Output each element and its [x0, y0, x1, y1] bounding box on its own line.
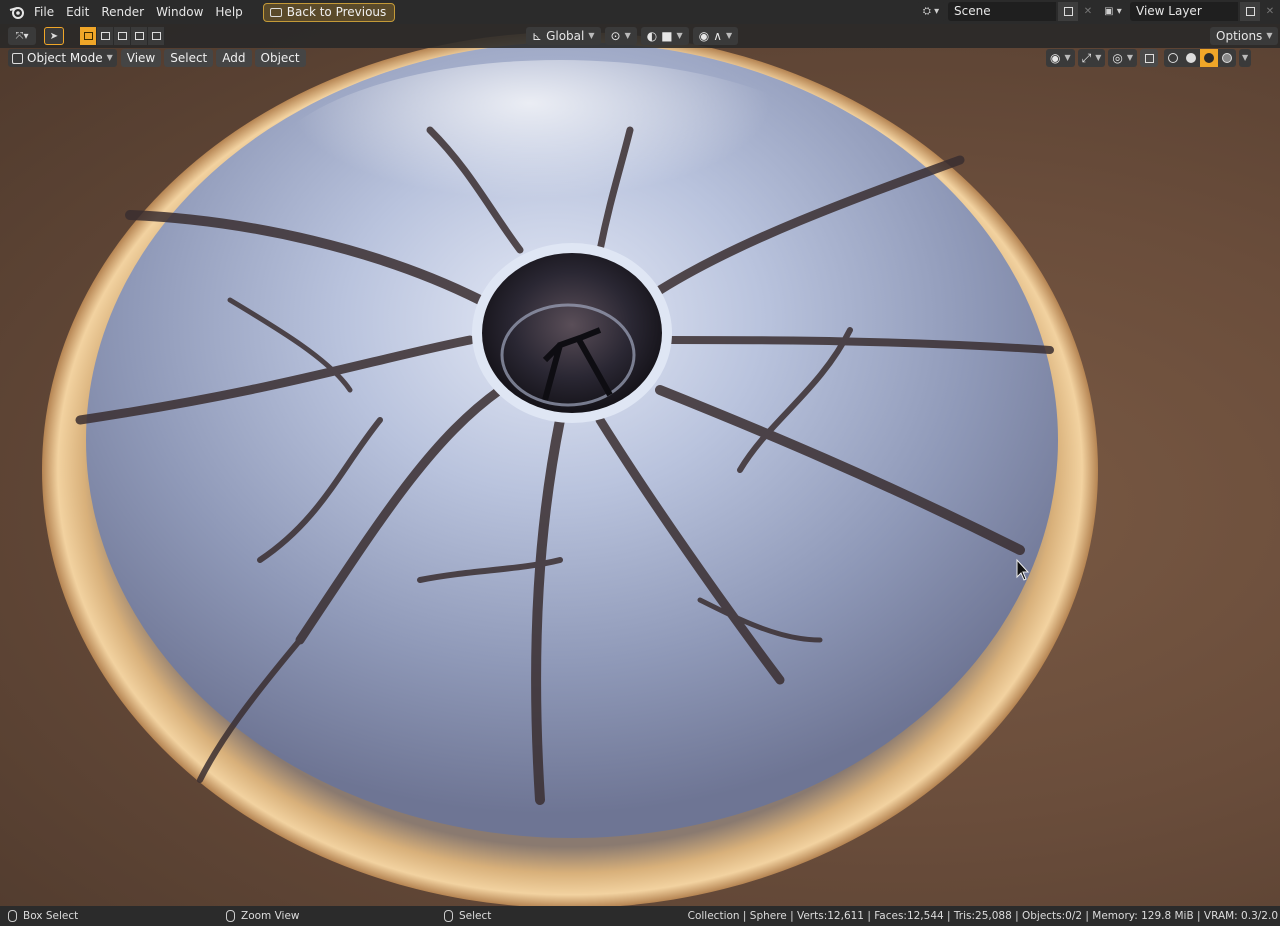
select-invert-icon	[134, 32, 144, 40]
select-tool-icon[interactable]: ➤	[44, 27, 64, 45]
back-to-previous-button[interactable]: Back to Previous	[262, 2, 396, 22]
editor-type-icon[interactable]: ⤧▾	[8, 27, 36, 45]
view-layer-name-field[interactable]: View Layer	[1130, 2, 1238, 21]
options-label: Options	[1216, 29, 1263, 43]
selection-mode-group	[80, 27, 165, 45]
solid-icon	[1186, 53, 1197, 63]
back-icon	[269, 7, 282, 17]
snap-target-icon: ■	[661, 29, 673, 43]
select-intersect-icon	[151, 32, 161, 40]
visibility-dropdown[interactable]: ◉ ▼	[1046, 49, 1075, 67]
view-layer-remove-button[interactable]: ✕	[1262, 2, 1278, 21]
material-preview-icon	[1204, 53, 1215, 63]
proportional-edit-dropdown[interactable]: ◉ ∧ ▼	[692, 27, 739, 45]
overlays-dropdown[interactable]: ◎ ▼	[1108, 49, 1138, 67]
options-dropdown[interactable]: Options ▼	[1210, 27, 1279, 45]
scene-name-field[interactable]: Scene	[948, 2, 1056, 21]
select-intersect-button[interactable]	[148, 27, 165, 45]
scene-remove-button[interactable]: ✕	[1080, 2, 1096, 21]
chevron-down-icon: ▼	[676, 31, 683, 40]
status-right-click: Select	[444, 906, 491, 926]
rendered-shading-button[interactable]	[1218, 49, 1237, 67]
select-subtract-icon	[117, 32, 127, 40]
copy-icon	[1063, 7, 1073, 16]
pivot-icon: ⊙	[610, 29, 621, 43]
status-left-label: Box Select	[23, 910, 79, 922]
proportional-icon: ◉	[698, 29, 710, 43]
gizmo-dropdown[interactable]: ⤢ ▼	[1077, 49, 1106, 67]
transform-orientation-label: Global	[546, 29, 585, 43]
wireframe-shading-button[interactable]	[1164, 49, 1183, 67]
menu-object[interactable]: Object	[254, 49, 306, 67]
wireframe-icon	[1168, 53, 1179, 63]
material-preview-button[interactable]	[1200, 49, 1219, 67]
viewport-shading-controls: ◉ ▼ ⤢ ▼ ◎ ▼ ▼	[1046, 49, 1252, 67]
select-new-button[interactable]	[80, 27, 97, 45]
mouse-right-icon	[444, 910, 453, 922]
status-middle-click: Zoom View	[226, 906, 300, 926]
select-new-icon	[83, 32, 93, 40]
pivot-point-dropdown[interactable]: ⊙ ▼	[604, 27, 637, 45]
xray-icon	[1144, 53, 1154, 63]
rendered-icon	[1222, 53, 1233, 63]
viewport-render	[42, 32, 1098, 906]
chevron-down-icon: ▼	[624, 31, 631, 40]
object-mode-dropdown[interactable]: Object Mode ▼	[8, 49, 117, 67]
scene-statistics: Collection | Sphere | Verts:12,611 | Fac…	[687, 910, 1278, 922]
magnet-icon: ◐	[646, 29, 658, 43]
chevron-down-icon: ▼	[725, 31, 733, 40]
menu-window[interactable]: Window	[150, 2, 209, 22]
menu-view[interactable]: View	[120, 49, 162, 67]
editor-type-selector[interactable]: ⤧▾	[8, 27, 36, 45]
gizmo-icon: ⤢	[1081, 51, 1092, 65]
overlays-icon: ◎	[1112, 51, 1123, 65]
transform-orientation-dropdown[interactable]: ⊾ Global ▼	[526, 27, 601, 45]
object-mode-label: Object Mode	[27, 51, 103, 65]
select-subtract-button[interactable]	[114, 27, 131, 45]
chevron-down-icon: ▼	[1266, 31, 1273, 40]
chevron-down-icon: ▼	[1242, 53, 1249, 62]
shading-options-dropdown[interactable]: ▼	[1239, 49, 1252, 67]
status-bar: Box Select Zoom View Select Collection |…	[0, 906, 1280, 926]
status-right-label: Select	[459, 910, 492, 922]
chevron-down-icon: ▼	[1064, 53, 1071, 62]
solid-shading-button[interactable]	[1182, 49, 1201, 67]
menu-edit[interactable]: Edit	[60, 2, 95, 22]
view-layer-new-button[interactable]	[1240, 2, 1260, 21]
menu-add[interactable]: Add	[216, 49, 252, 67]
menu-select[interactable]: Select	[164, 49, 214, 67]
xray-toggle[interactable]	[1140, 49, 1159, 67]
3d-viewport[interactable]	[0, 24, 1280, 906]
menu-render[interactable]: Render	[95, 2, 150, 22]
chevron-down-icon: ▼	[106, 53, 113, 62]
menu-help[interactable]: Help	[209, 2, 248, 22]
blender-logo-icon[interactable]	[6, 1, 28, 23]
scene-new-button[interactable]	[1058, 2, 1078, 21]
falloff-icon: ∧	[713, 29, 722, 43]
select-extend-icon	[100, 32, 110, 40]
top-menu-bar: File Edit Render Window Help Back to Pre…	[0, 0, 1280, 24]
menu-file[interactable]: File	[28, 2, 60, 22]
object-mode-icon	[12, 52, 23, 64]
snap-dropdown[interactable]: ◐ ■ ▼	[640, 27, 689, 45]
viewport-menu-header: Object Mode ▼ View Select Add Object	[8, 49, 309, 67]
scene-selector: ⛭ ▾ Scene ✕	[916, 2, 1096, 21]
status-middle-label: Zoom View	[241, 910, 300, 922]
status-left-click: Box Select	[8, 906, 78, 926]
view-layer-selector: ▣ ▾ View Layer ✕	[1098, 2, 1278, 21]
chevron-down-icon: ▼	[1095, 53, 1102, 62]
mouse-left-icon	[8, 910, 17, 922]
scene-browse-icon[interactable]: ⛭ ▾	[916, 2, 946, 21]
select-invert-button[interactable]	[131, 27, 148, 45]
copy-icon	[1245, 7, 1255, 16]
mouse-middle-icon	[226, 910, 235, 922]
eye-icon: ◉	[1050, 51, 1061, 65]
back-to-previous-label: Back to Previous	[286, 4, 387, 19]
view-layer-browse-icon[interactable]: ▣ ▾	[1098, 2, 1128, 21]
orientation-icon: ⊾	[532, 29, 543, 43]
chevron-down-icon: ▼	[588, 31, 595, 40]
select-extend-button[interactable]	[97, 27, 114, 45]
chevron-down-icon: ▼	[1126, 53, 1134, 62]
